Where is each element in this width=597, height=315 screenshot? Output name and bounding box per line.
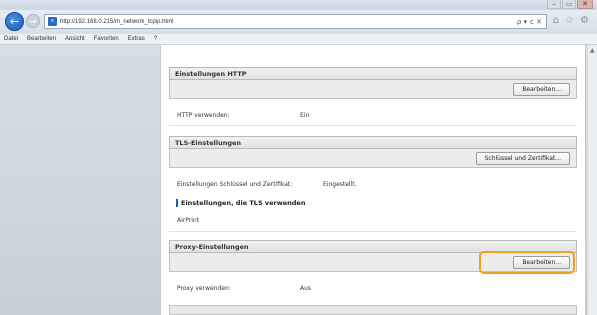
address-bar[interactable]: e http://192.168.0.215/m_network_tcpip.h… <box>44 14 547 29</box>
key-certificate-button[interactable]: Schlüssel und Zertifikat... <box>475 152 570 165</box>
menu-item-bearbeiten[interactable]: Bearbeiten <box>27 36 56 42</box>
proxy-use-label: Proxy verwenden: <box>177 285 231 292</box>
window-titlebar: – ▭ ✕ <box>0 0 597 10</box>
forward-arrow-icon: → <box>29 16 37 26</box>
address-tools: ρ ▾ ⅽ ✕ <box>517 18 542 26</box>
refresh-stop-icon[interactable]: ⅽ ✕ <box>530 18 542 26</box>
menu-bar: Datei Bearbeiten Ansicht Favoriten Extra… <box>0 34 597 45</box>
address-url[interactable]: http://192.168.0.215/m_network_tcpip.htm… <box>60 19 517 25</box>
browser-navbar: ← → e http://192.168.0.215/m_network_tcp… <box>0 10 597 34</box>
next-section-header <box>169 305 577 315</box>
close-button[interactable]: ✕ <box>577 0 593 9</box>
tls-section-title: TLS-Einstellungen <box>169 136 577 149</box>
key-certificate-value: Eingestellt. <box>323 181 357 188</box>
http-section-title: Einstellungen HTTP <box>169 67 577 80</box>
http-use-label: HTTP verwenden: <box>177 112 230 119</box>
proxy-section-toolbar: Bearbeiten... <box>169 251 577 274</box>
forward-button[interactable]: → <box>26 14 40 28</box>
search-dropdown-icon[interactable]: ρ ▾ <box>517 18 527 26</box>
menu-item-favoriten[interactable]: Favoriten <box>94 36 119 42</box>
divider <box>169 125 577 126</box>
favorites-star-icon[interactable]: ☆ <box>565 15 574 26</box>
http-edit-button[interactable]: Bearbeiten... <box>513 83 570 96</box>
menu-item-extras[interactable]: Extras <box>128 36 145 42</box>
tls-usage-subheading: Einstellungen, die TLS verwenden <box>176 199 305 207</box>
vertical-scrollbar[interactable]: ▲ <box>587 45 597 315</box>
divider <box>169 231 577 232</box>
maximize-button[interactable]: ▭ <box>562 0 576 9</box>
tls-section-toolbar: Schlüssel und Zertifikat... <box>169 149 577 168</box>
menu-item-help[interactable]: ? <box>154 36 157 42</box>
back-arrow-icon: ← <box>9 15 20 28</box>
tools-gear-icon[interactable]: ⚙ <box>580 15 589 26</box>
highlight-frame <box>479 251 575 274</box>
proxy-settings-section: Proxy-Einstellungen Bearbeiten... <box>169 240 577 274</box>
http-section-toolbar: Bearbeiten... <box>169 80 577 99</box>
proxy-use-value: Aus <box>300 285 312 292</box>
tls-usage-item: AirPrint <box>177 217 200 224</box>
key-certificate-label: Einstellungen Schlüssel und Zertifikat: <box>177 181 293 188</box>
minimize-button[interactable]: – <box>547 0 561 9</box>
http-use-value: Ein <box>300 112 310 119</box>
tls-settings-section: TLS-Einstellungen Schlüssel und Zertifik… <box>169 136 577 168</box>
page-favicon-icon: e <box>48 17 57 26</box>
menu-item-datei[interactable]: Datei <box>4 36 18 42</box>
menu-item-ansicht[interactable]: Ansicht <box>65 36 85 42</box>
home-icon[interactable]: ⌂ <box>553 15 559 26</box>
http-settings-section: Einstellungen HTTP Bearbeiten... <box>169 67 577 99</box>
scroll-up-icon[interactable]: ▲ <box>590 47 595 54</box>
back-button[interactable]: ← <box>5 12 24 31</box>
window-controls: – ▭ ✕ <box>547 0 593 9</box>
browser-toolbar-icons: ⌂ ☆ ⚙ <box>553 15 589 26</box>
